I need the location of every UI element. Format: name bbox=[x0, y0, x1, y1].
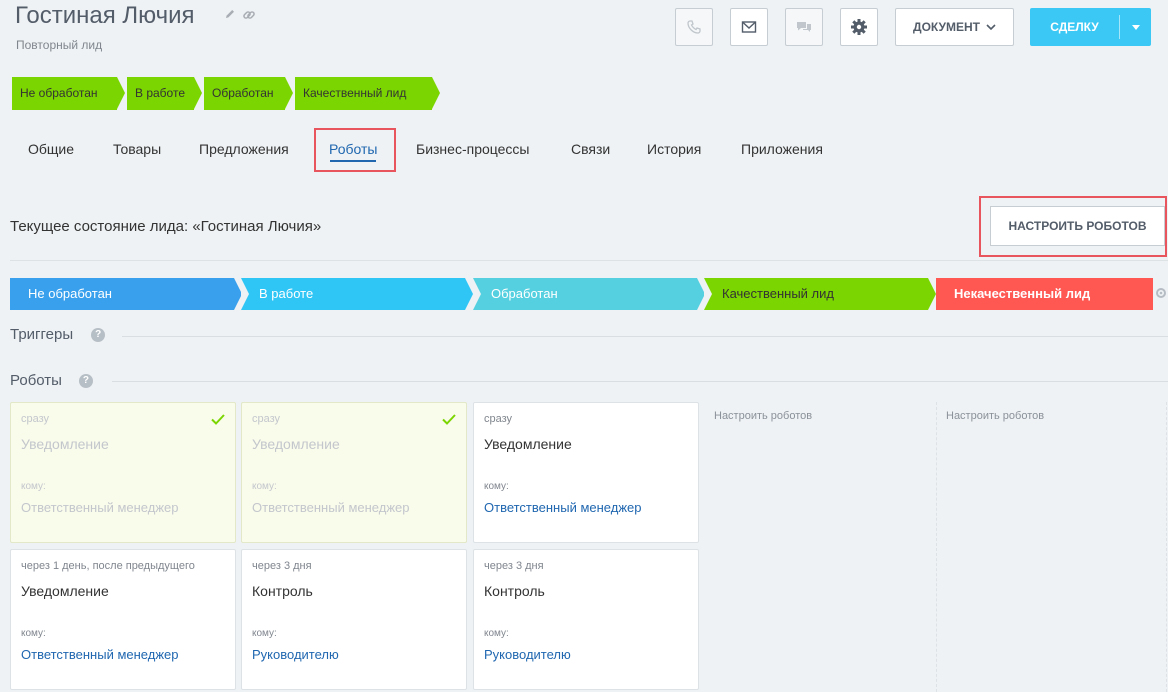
tab-applications[interactable]: Приложения bbox=[741, 128, 823, 172]
stage-label: Некачественный лид bbox=[954, 286, 1091, 301]
top-stage-item[interactable]: Обработан bbox=[204, 77, 293, 110]
stage-label: Качественный лид bbox=[722, 286, 834, 301]
top-stage-item[interactable]: Качественный лид bbox=[295, 77, 440, 110]
robots-section-title: Роботы ? bbox=[10, 372, 93, 389]
robot-delay: сразу bbox=[484, 413, 513, 425]
robot-delay: через 3 дня bbox=[484, 560, 544, 572]
phone-icon bbox=[686, 19, 702, 35]
robot-recipient[interactable]: Руководителю bbox=[484, 647, 571, 662]
column-divider bbox=[1166, 402, 1167, 692]
robot-recipient-label: кому: bbox=[21, 481, 46, 492]
top-stage-label: В работе bbox=[135, 86, 186, 100]
stage-arrow bbox=[928, 278, 936, 310]
robot-title: Уведомление bbox=[21, 436, 109, 452]
tab-business-processes[interactable]: Бизнес-процессы bbox=[416, 128, 529, 172]
top-stage-label: Не обработан bbox=[20, 86, 98, 100]
lead-title: Гостиная Лючия bbox=[15, 2, 195, 29]
create-deal-button[interactable]: СДЕЛКУ bbox=[1030, 8, 1151, 46]
stage-column-header[interactable]: Некачественный лид bbox=[936, 278, 1153, 310]
stage-notch bbox=[473, 278, 481, 310]
robot-card[interactable]: сразу Уведомление кому: Ответственный ме… bbox=[473, 402, 699, 543]
tab-history[interactable]: История bbox=[647, 128, 701, 172]
top-stage-bar: Не обработан В работе Обработан Качестве… bbox=[12, 77, 442, 110]
column-divider bbox=[936, 402, 937, 692]
stage-label: В работе bbox=[259, 286, 314, 301]
gear-icon bbox=[850, 18, 868, 36]
robot-delay: через 1 день, после предыдущего bbox=[21, 560, 195, 572]
robot-card[interactable]: сразу Уведомление кому: Ответственный ме… bbox=[241, 402, 467, 543]
check-icon bbox=[211, 412, 225, 430]
stage-settings-icon[interactable] bbox=[1155, 287, 1167, 302]
help-icon[interactable]: ? bbox=[91, 327, 106, 342]
stage-notch bbox=[704, 278, 712, 310]
robot-card[interactable]: сразу Уведомление кому: Ответственный ме… bbox=[10, 402, 236, 543]
stage-column-header[interactable]: Не обработан bbox=[10, 278, 242, 310]
top-stage-label: Качественный лид bbox=[303, 86, 407, 100]
call-button[interactable] bbox=[675, 8, 713, 46]
triggers-divider bbox=[122, 336, 1168, 337]
triggers-section-title: Триггеры ? bbox=[10, 326, 106, 343]
robot-recipient[interactable]: Ответственный менеджер bbox=[252, 500, 410, 515]
document-button-label: ДОКУМЕНТ bbox=[913, 20, 980, 34]
stage-label: Не обработан bbox=[28, 286, 112, 301]
robot-title: Уведомление bbox=[21, 583, 109, 599]
robot-title: Контроль bbox=[484, 583, 545, 599]
configure-robots-link[interactable]: Настроить роботов bbox=[714, 410, 812, 422]
robot-recipient-label: кому: bbox=[252, 628, 277, 639]
pencil-icon[interactable] bbox=[224, 8, 236, 25]
configure-robots-link[interactable]: Настроить роботов bbox=[946, 410, 1044, 422]
chat-icon bbox=[796, 20, 812, 34]
robot-recipient-label: кому: bbox=[252, 481, 277, 492]
top-stage-item[interactable]: В работе bbox=[127, 77, 202, 110]
chat-button[interactable] bbox=[785, 8, 823, 46]
stage-column-header[interactable]: Обработан bbox=[473, 278, 705, 310]
section-divider bbox=[10, 260, 1168, 261]
lead-subtitle: Повторный лид bbox=[16, 38, 103, 52]
robot-delay: сразу bbox=[21, 413, 50, 425]
robot-recipient[interactable]: Ответственный менеджер bbox=[21, 500, 179, 515]
top-stage-item[interactable]: Не обработан bbox=[12, 77, 125, 110]
title-actions bbox=[224, 8, 256, 25]
deal-dropdown-icon[interactable] bbox=[1120, 24, 1151, 30]
stage-notch bbox=[241, 278, 249, 310]
configure-button-highlight bbox=[979, 196, 1167, 257]
email-button[interactable] bbox=[730, 8, 768, 46]
robot-recipient-label: кому: bbox=[484, 628, 509, 639]
robot-recipient[interactable]: Ответственный менеджер bbox=[21, 647, 179, 662]
top-stage-label: Обработан bbox=[212, 86, 274, 100]
document-button[interactable]: ДОКУМЕНТ bbox=[895, 8, 1014, 46]
tab-products[interactable]: Товары bbox=[113, 128, 161, 172]
robot-recipient-label: кому: bbox=[21, 628, 46, 639]
robot-delay: сразу bbox=[252, 413, 281, 425]
tab-general[interactable]: Общие bbox=[28, 128, 74, 172]
robot-card[interactable]: через 1 день, после предыдущего Уведомле… bbox=[10, 549, 236, 690]
chevron-down-icon bbox=[986, 23, 996, 31]
robot-title: Уведомление bbox=[484, 436, 572, 452]
robot-recipient[interactable]: Руководителю bbox=[252, 647, 339, 662]
robot-title: Уведомление bbox=[252, 436, 340, 452]
stage-label: Обработан bbox=[491, 286, 558, 301]
link-icon[interactable] bbox=[242, 8, 256, 25]
robot-card[interactable]: через 3 дня Контроль кому: Руководителю bbox=[241, 549, 467, 690]
lead-state-text: Текущее состояние лида: «Гостиная Лючия» bbox=[10, 218, 322, 235]
robots-label: Роботы bbox=[10, 372, 62, 389]
check-icon bbox=[442, 412, 456, 430]
robots-tab-highlight bbox=[314, 128, 396, 172]
triggers-label: Триггеры bbox=[10, 326, 74, 343]
settings-button[interactable] bbox=[840, 8, 878, 46]
robots-divider bbox=[112, 381, 1168, 382]
help-icon[interactable]: ? bbox=[78, 373, 93, 388]
deal-button-label: СДЕЛКУ bbox=[1050, 20, 1099, 34]
tab-quotes[interactable]: Предложения bbox=[199, 128, 289, 172]
stage-column-header[interactable]: Качественный лид bbox=[704, 278, 936, 310]
robot-card[interactable]: через 3 дня Контроль кому: Руководителю bbox=[473, 549, 699, 690]
robot-delay: через 3 дня bbox=[252, 560, 312, 572]
robot-title: Контроль bbox=[252, 583, 313, 599]
tab-relations[interactable]: Связи bbox=[571, 128, 610, 172]
robot-recipient[interactable]: Ответственный менеджер bbox=[484, 500, 642, 515]
robot-recipient-label: кому: bbox=[484, 481, 509, 492]
stage-column-header[interactable]: В работе bbox=[241, 278, 473, 310]
mail-icon bbox=[741, 20, 757, 34]
stage-arrow bbox=[465, 278, 473, 310]
